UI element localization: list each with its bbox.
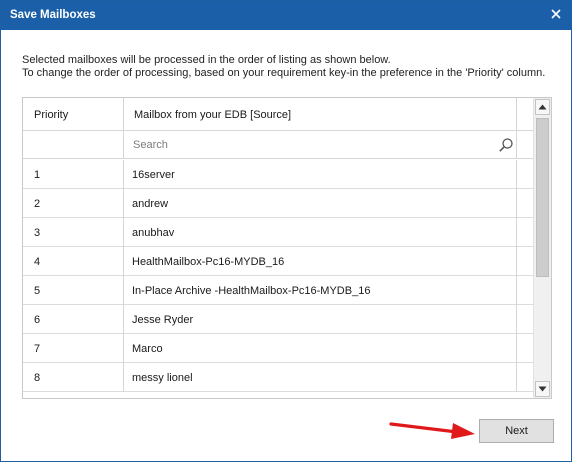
instruction-line-2: To change the order of processing, based… xyxy=(22,67,546,79)
grid-body: Priority Mailbox from your EDB [Source] xyxy=(23,98,534,398)
priority-cell[interactable]: 4 xyxy=(23,247,124,276)
mailbox-cell[interactable]: Jesse Ryder xyxy=(124,305,517,334)
priority-cell[interactable]: 7 xyxy=(23,334,124,363)
table-row[interactable]: 8 messy lionel xyxy=(23,363,534,392)
scroll-up-arrow-icon[interactable] xyxy=(535,99,550,115)
dialog-title: Save Mailboxes xyxy=(10,9,96,21)
priority-cell[interactable]: 3 xyxy=(23,218,124,247)
table-row[interactable]: 7 Marco xyxy=(23,334,534,363)
grid-header: Priority Mailbox from your EDB [Source] xyxy=(23,98,534,131)
search-icon[interactable] xyxy=(498,137,514,153)
mailbox-cell[interactable]: In-Place Archive -HealthMailbox-Pc16-MYD… xyxy=(124,276,517,305)
instructions: Selected mailboxes will be processed in … xyxy=(22,54,545,80)
table-row[interactable]: 4 HealthMailbox-Pc16-MYDB_16 xyxy=(23,247,534,276)
search-row-priority-cell xyxy=(23,131,124,159)
mailbox-cell[interactable]: HealthMailbox-Pc16-MYDB_16 xyxy=(124,247,517,276)
mailbox-cell[interactable]: messy lionel xyxy=(124,363,517,392)
close-icon[interactable] xyxy=(545,4,567,24)
table-row[interactable]: 6 Jesse Ryder xyxy=(23,305,534,334)
priority-cell[interactable]: 6 xyxy=(23,305,124,334)
save-mailboxes-dialog: Save Mailboxes Selected mailboxes will b… xyxy=(0,0,572,462)
mailbox-cell[interactable]: anubhav xyxy=(124,218,517,247)
priority-cell[interactable]: 5 xyxy=(23,276,124,305)
red-arrow-icon xyxy=(389,422,475,439)
priority-cell[interactable]: 2 xyxy=(23,189,124,218)
mailbox-cell[interactable]: 16server xyxy=(124,160,517,189)
mailbox-cell[interactable]: andrew xyxy=(124,189,517,218)
scroll-down-arrow-icon[interactable] xyxy=(535,381,550,397)
search-row xyxy=(23,131,534,159)
search-input[interactable] xyxy=(133,137,473,153)
table-row[interactable]: 1 16server xyxy=(23,160,534,189)
column-header-mailbox[interactable]: Mailbox from your EDB [Source] xyxy=(124,98,517,131)
scrollbar-thumb[interactable] xyxy=(536,118,549,277)
mailbox-cell[interactable]: Marco xyxy=(124,334,517,363)
priority-cell[interactable]: 1 xyxy=(23,160,124,189)
table-row[interactable]: 5 In-Place Archive -HealthMailbox-Pc16-M… xyxy=(23,276,534,305)
title-bar: Save Mailboxes xyxy=(1,1,571,30)
mailbox-priority-grid: Priority Mailbox from your EDB [Source] xyxy=(22,97,552,399)
instruction-line-1: Selected mailboxes will be processed in … xyxy=(22,54,391,66)
priority-cell[interactable]: 8 xyxy=(23,363,124,392)
column-header-priority[interactable]: Priority xyxy=(23,98,124,131)
search-cell xyxy=(124,131,517,159)
next-button[interactable]: Next xyxy=(479,419,554,443)
table-row[interactable]: 3 anubhav xyxy=(23,218,534,247)
vertical-scrollbar[interactable] xyxy=(533,98,551,398)
table-row[interactable]: 2 andrew xyxy=(23,189,534,218)
